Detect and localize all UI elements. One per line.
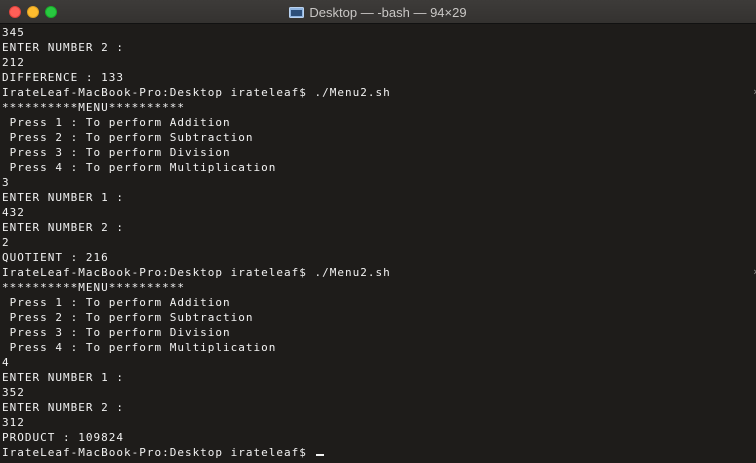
title-bar[interactable]: Desktop — -bash — 94×29 [0,0,756,24]
terminal-line: Press 3 : To perform Division [2,146,231,159]
terminal-line: IrateLeaf-MacBook-Pro:Desktop irateleaf$… [2,86,391,99]
shell-prompt: IrateLeaf-MacBook-Pro:Desktop irateleaf$ [2,446,315,459]
terminal-line: 312 [2,416,25,429]
terminal-line: IrateLeaf-MacBook-Pro:Desktop irateleaf$… [2,266,391,279]
terminal-line: ENTER NUMBER 2 : [2,41,124,54]
terminal-line: Press 1 : To perform Addition [2,116,231,129]
terminal-line: 432 [2,206,25,219]
window-title: Desktop — -bash — 94×29 [309,4,467,20]
terminal-line: 4 [2,356,10,369]
window-title-group: Desktop — -bash — 94×29 [0,0,756,24]
terminal-line: ENTER NUMBER 2 : [2,221,124,234]
terminal-line: **********MENU********** [2,281,185,294]
terminal-line: ENTER NUMBER 2 : [2,401,124,414]
terminal-line: Press 4 : To perform Multiplication [2,341,277,354]
terminal-line: ENTER NUMBER 1 : [2,371,124,384]
terminal-line: DIFFERENCE : 133 [2,71,124,84]
terminal-line: Press 4 : To perform Multiplication [2,161,277,174]
terminal-line: Press 3 : To perform Division [2,326,231,339]
terminal-prompt-line[interactable]: IrateLeaf-MacBook-Pro:Desktop irateleaf$ [2,445,756,460]
terminal-line: 212 [2,56,25,69]
terminal-line: 352 [2,386,25,399]
terminal-line: 345 [2,26,25,39]
terminal-line: PRODUCT : 109824 [2,431,124,444]
terminal-line: QUOTIENT : 216 [2,251,109,264]
terminal-line: Press 1 : To perform Addition [2,296,231,309]
text-cursor [315,454,324,456]
terminal-line: Press 2 : To perform Subtraction [2,311,254,324]
terminal-line: 3 [2,176,10,189]
terminal-line: 2 [2,236,10,249]
line-wrap-marker: › [752,85,756,98]
terminal-line: ENTER NUMBER 1 : [2,191,124,204]
terminal-line: **********MENU********** [2,101,185,114]
terminal-line: Press 2 : To perform Subtraction [2,131,254,144]
folder-icon [289,6,305,18]
line-wrap-marker: › [752,265,756,278]
terminal-window: Desktop — -bash — 94×29 345 ENTER NUMBER… [0,0,756,463]
terminal-output[interactable]: 345 ENTER NUMBER 2 : 212 DIFFERENCE : 13… [0,25,756,463]
